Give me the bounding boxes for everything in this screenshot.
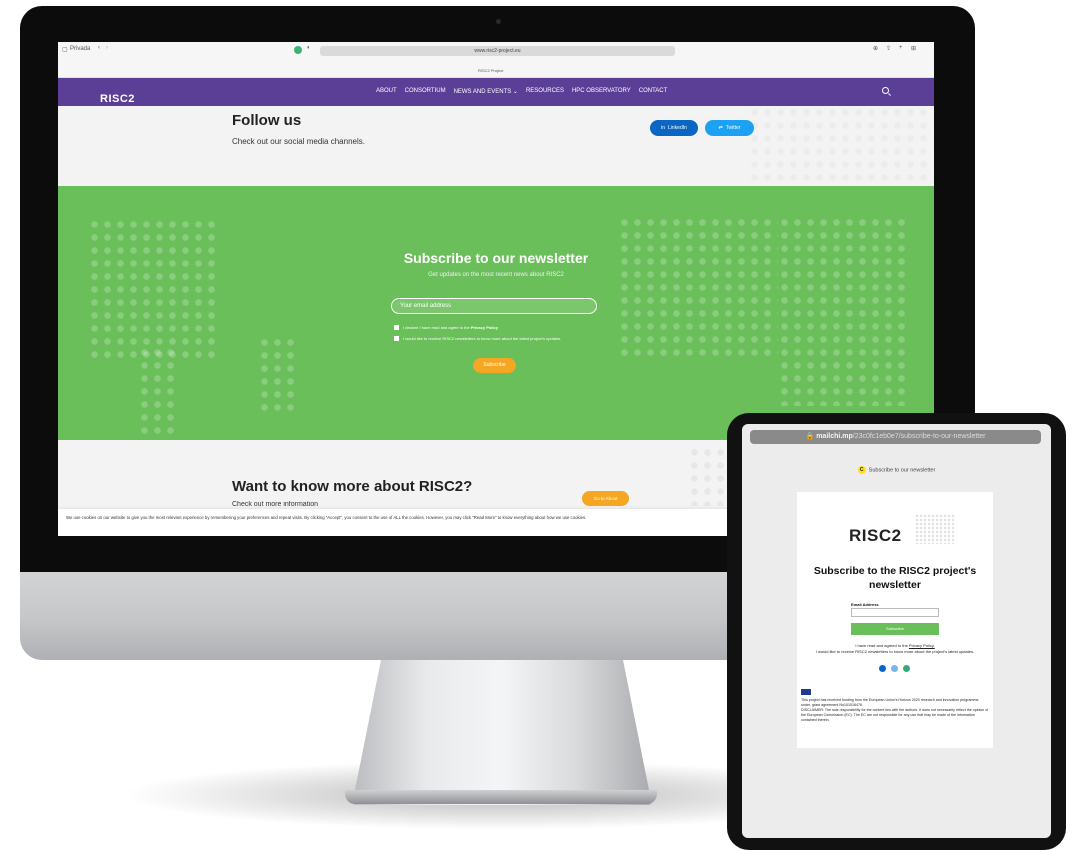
browser-toolbar: ▢ Privada ‹ › ◐ www.risc2-project.eu ⊕ ⇪… — [58, 42, 934, 78]
more-subtitle: Check out more information — [232, 501, 318, 507]
download-icon[interactable]: ⊕ — [873, 45, 878, 52]
back-icon[interactable]: ‹ — [98, 45, 100, 51]
privacy-checkbox[interactable] — [394, 325, 399, 330]
map-dots-decoration — [915, 514, 955, 544]
tablet-newsletter-consent: I would like to receive RISC2 newsletter… — [815, 649, 975, 654]
newsletter-email-input[interactable]: Your email address — [391, 298, 597, 314]
risc2-logo: RISC2 — [849, 526, 902, 545]
tablet-consent-text: I have read and agreed to the — [855, 643, 908, 648]
nav-item-resources[interactable]: RESOURCES — [526, 88, 564, 95]
shield-icon[interactable]: ◐ — [307, 45, 311, 51]
newsletter-title: Subscribe to our newsletter — [403, 250, 589, 266]
camera-icon — [496, 19, 501, 24]
nav-item-consortium[interactable]: CONSORTIUM — [405, 88, 446, 95]
window-label: Privada — [70, 46, 91, 52]
linkedin-button[interactable]: in LinkedIn — [650, 120, 698, 136]
map-dots-decoration — [748, 106, 934, 186]
new-tab-icon[interactable]: + — [899, 45, 903, 51]
map-dots-decoration — [618, 216, 778, 356]
address-bar[interactable]: www.risc2-project.eu — [320, 46, 675, 56]
disclaimer-body: DISCLAIMER: The sole responsibility for … — [801, 708, 989, 722]
extension-icon[interactable] — [294, 46, 302, 54]
map-dots-decoration — [88, 218, 218, 358]
newsletter-consent-label: I would like to receive RISC2 newsletter… — [403, 336, 562, 341]
signup-title: Subscribe to the RISC2 project's newslet… — [813, 565, 977, 591]
nav-item-hpc-observatory[interactable]: HPC OBSERVATORY — [572, 88, 631, 95]
signup-card: RISC2 Subscribe to the RISC2 project's n… — [797, 492, 993, 748]
tablet-address-bar[interactable]: 🔒 mailchi.mp/23c0fc1eb0e7/subscribe-to-o… — [750, 430, 1041, 444]
follow-title: Follow us — [232, 112, 302, 129]
nav-links: ABOUT CONSORTIUM NEWS AND EVENTS ⌄ RESOU… — [376, 88, 667, 95]
eu-flag-icon — [801, 689, 811, 695]
tablet-tab[interactable]: C Subscribe to our newsletter — [742, 466, 1051, 474]
tab-title[interactable]: RISC2 Project — [478, 68, 503, 73]
tablet-tab-title: Subscribe to our newsletter — [868, 467, 936, 474]
nav-item-news-and-events[interactable]: NEWS AND EVENTS ⌄ — [454, 88, 518, 95]
follow-subtitle: Check out our social media channels. — [232, 137, 365, 146]
map-dots-decoration — [778, 216, 908, 406]
tablet-url-text: 🔒 mailchi.mp/23c0fc1eb0e7/subscribe-to-o… — [805, 433, 986, 440]
tablet-privacy-consent: I have read and agreed to the Privacy Po… — [797, 643, 993, 648]
twitter-icon: ⇄ — [718, 125, 723, 131]
sidebar-toggle-icon[interactable]: ▢ — [62, 46, 68, 53]
newsletter-subtitle: Get updates on the most recent news abou… — [428, 272, 564, 278]
tablet-subscribe-button[interactable]: Subscribe — [851, 623, 939, 635]
twitter-label: Twitter — [725, 125, 741, 131]
search-icon[interactable] — [882, 87, 889, 94]
email-field[interactable] — [851, 608, 939, 617]
imac-stand — [352, 655, 652, 805]
newsletter-checkbox[interactable] — [394, 336, 399, 341]
privacy-consent-label: I declare I have read and agree to the P… — [403, 325, 498, 330]
map-dots-decoration — [258, 336, 298, 416]
mailchimp-icon: C — [857, 466, 866, 474]
linkedin-icon[interactable] — [879, 665, 886, 672]
privacy-policy-link[interactable]: Privacy Policy — [471, 325, 498, 330]
url-text: www.risc2-project.eu — [474, 48, 521, 54]
nav-item-about[interactable]: ABOUT — [376, 88, 397, 95]
disclaimer-text: This project has received funding from t… — [801, 698, 989, 723]
cookie-text: We use cookies on our website to give yo… — [66, 515, 587, 520]
funding-text: This project has received funding from t… — [801, 698, 979, 707]
tablet-url-path: /23c0fc1eb0e7/subscribe-to-our-newslette… — [852, 433, 986, 440]
go-to-about-button[interactable]: Go to About — [582, 491, 629, 506]
email-label: Email Address — [851, 602, 879, 607]
map-dots-decoration — [138, 346, 178, 436]
more-title: Want to know more about RISC2? — [232, 478, 473, 495]
tablet-url-domain: mailchi.mp — [816, 433, 853, 440]
site-logo[interactable]: RISC2 — [100, 93, 135, 105]
nav-item-contact[interactable]: CONTACT — [639, 88, 668, 95]
tablet-privacy-link[interactable]: Privacy Policy. — [909, 643, 935, 648]
website-icon[interactable] — [903, 665, 910, 672]
forward-icon[interactable]: › — [106, 45, 108, 51]
tab-overview-icon[interactable]: ⊞ — [911, 45, 916, 52]
twitter-button[interactable]: ⇄ Twitter — [705, 120, 754, 136]
linkedin-icon: in — [661, 125, 665, 131]
share-icon[interactable]: ⇪ — [886, 45, 891, 52]
tablet-screen: 🔒 mailchi.mp/23c0fc1eb0e7/subscribe-to-o… — [742, 424, 1051, 838]
imac-stand-foot — [345, 790, 657, 804]
subscribe-button[interactable]: Subscribe — [473, 358, 516, 373]
twitter-icon[interactable] — [891, 665, 898, 672]
linkedin-label: LinkedIn — [668, 125, 687, 131]
privacy-consent-text: I declare I have read and agree to the — [403, 325, 470, 330]
